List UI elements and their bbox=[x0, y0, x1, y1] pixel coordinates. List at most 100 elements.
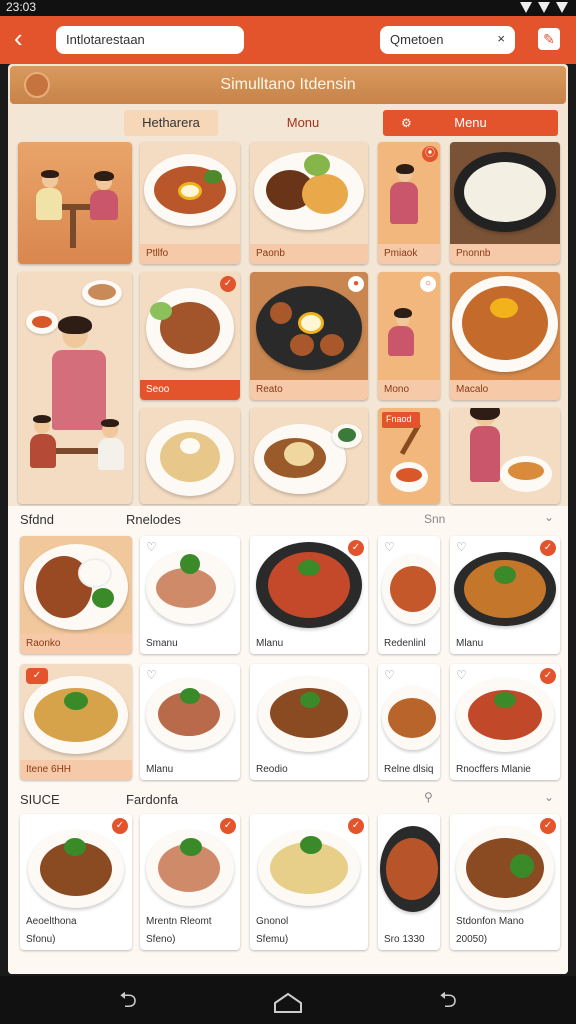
menu-item-card[interactable]: ○ Mono bbox=[378, 272, 440, 400]
item-label: Stdonfon Mano bbox=[456, 916, 524, 927]
menu-item-card[interactable]: Fnaod bbox=[378, 408, 440, 504]
tab-hetharera[interactable]: Hetharera bbox=[124, 110, 218, 136]
status-time: 23:03 bbox=[6, 0, 37, 14]
dining-scene-card[interactable] bbox=[18, 142, 132, 264]
status-badge: ✓ bbox=[112, 818, 128, 834]
item-label: Mlanu bbox=[456, 638, 484, 649]
heart-icon[interactable]: ♡ bbox=[146, 668, 160, 682]
menu-item-card[interactable]: ✓ Aeoelthona Sfonu) bbox=[20, 814, 132, 950]
item-label: Redenlinl bbox=[384, 638, 426, 649]
wifi-icon bbox=[538, 2, 550, 13]
status-icons bbox=[520, 2, 568, 13]
item-label: Aeoelthona bbox=[26, 916, 77, 927]
item-label: Macalo bbox=[450, 380, 560, 400]
item-label: Mlanu bbox=[146, 764, 174, 775]
signal-icon bbox=[520, 2, 532, 13]
menu-item-card[interactable]: ✓ Itene 6HH bbox=[20, 664, 132, 780]
status-badge: ✓ bbox=[540, 818, 556, 834]
menu-item-card[interactable]: Ptllfo bbox=[140, 142, 240, 264]
heart-icon[interactable]: ♡ bbox=[456, 668, 470, 682]
menu-item-card[interactable]: ● Reato bbox=[250, 272, 368, 400]
item-label: Gnonol bbox=[256, 916, 289, 927]
menu-item-card[interactable]: ♡ Relne dlsiq bbox=[378, 664, 440, 780]
tab-monu[interactable]: Monu bbox=[258, 110, 348, 136]
section-subtitle: Rnelodes bbox=[126, 512, 181, 527]
menu-item-card[interactable]: ♡ Mlanu bbox=[140, 664, 240, 780]
item-sublabel: Sfonu) bbox=[26, 934, 56, 945]
item-sublabel: 20050) bbox=[456, 934, 488, 945]
status-badge: ✓ bbox=[540, 668, 556, 684]
menu-item-card[interactable]: ✓ Stdonfon Mano 20050) bbox=[450, 814, 560, 950]
status-bar: 23:03 bbox=[0, 0, 576, 16]
search-icon[interactable]: ⚲ bbox=[424, 790, 433, 804]
clear-icon[interactable]: × bbox=[497, 31, 505, 46]
banner-title: Simulltano Itdensin bbox=[220, 76, 356, 93]
menu-item-card[interactable]: Raonko bbox=[20, 536, 132, 654]
back-icon[interactable]: ⮌ bbox=[110, 988, 146, 1012]
heart-icon[interactable]: ♡ bbox=[456, 540, 470, 554]
recent-apps-icon[interactable]: ⮌ bbox=[430, 988, 466, 1012]
menu-item-card[interactable]: ♡ ✓ Rnocffers Mlanie bbox=[450, 664, 560, 780]
menu-item-card[interactable] bbox=[140, 408, 240, 504]
item-sublabel: Sfemu) bbox=[256, 934, 289, 945]
tab-label: Hetharera bbox=[142, 115, 200, 130]
status-badge: ✓ bbox=[540, 540, 556, 556]
item-label: Paonb bbox=[250, 244, 368, 264]
item-label: Rnocffers Mlanie bbox=[456, 764, 531, 775]
heart-icon[interactable]: ♡ bbox=[384, 668, 398, 682]
menu-item-card[interactable]: Sro 1330 bbox=[378, 814, 440, 950]
menu-item-card[interactable]: Paonb bbox=[250, 142, 368, 264]
edit-icon[interactable]: ✎ bbox=[538, 28, 560, 50]
tab-label: Monu bbox=[286, 115, 320, 130]
family-dining-illustration bbox=[18, 142, 132, 264]
menu-item-card[interactable]: ✓ Gnonol Sfemu) bbox=[250, 814, 368, 950]
chevron-down-icon[interactable]: ⌄ bbox=[544, 790, 554, 804]
menu-item-card[interactable]: Pnonnb bbox=[450, 142, 560, 264]
item-label: Reato bbox=[250, 380, 368, 400]
url-text: Intlotarestaan bbox=[66, 32, 145, 47]
system-nav-bar: ⮌ ⮌ bbox=[0, 976, 576, 1024]
host-illustration-card bbox=[18, 272, 132, 504]
search-text: Qmetoen bbox=[390, 32, 444, 47]
menu-item-card[interactable]: ✓ Seoo bbox=[140, 272, 240, 400]
heart-icon[interactable]: ♡ bbox=[146, 540, 160, 554]
back-arrow-icon[interactable]: ‹ bbox=[14, 25, 40, 52]
item-label: Pmiaok bbox=[378, 244, 440, 264]
item-label: Relne dlsiq bbox=[384, 764, 434, 775]
status-badge: ● bbox=[348, 276, 364, 292]
url-field[interactable]: Intlotarestaan bbox=[56, 26, 244, 54]
item-label: Mono bbox=[378, 380, 440, 400]
menu-item-card[interactable]: ✓ Mrentn Rleomt Sfeno) bbox=[140, 814, 240, 950]
section-link[interactable]: Snn bbox=[424, 512, 445, 526]
menu-item-card[interactable]: ♡ Redenlinl bbox=[378, 536, 440, 654]
tab-menu[interactable]: ⚙ Menu bbox=[383, 110, 558, 136]
menu-item-card[interactable]: Reodio bbox=[250, 664, 368, 780]
menu-item-card[interactable]: ⦿ Pmiaok bbox=[378, 142, 440, 264]
chevron-down-icon[interactable]: ⌄ bbox=[544, 510, 554, 524]
menu-item-card[interactable] bbox=[250, 408, 368, 504]
item-label: Reodio bbox=[256, 764, 288, 775]
status-badge: ✓ bbox=[220, 818, 236, 834]
item-label: Itene 6HH bbox=[20, 760, 132, 780]
item-label: Raonko bbox=[20, 634, 132, 654]
section-subtitle: Fardonfa bbox=[126, 792, 179, 807]
item-label: Pnonnb bbox=[450, 244, 560, 264]
restaurant-banner: Simulltano Itdensin bbox=[10, 66, 566, 104]
status-badge: ✓ bbox=[348, 818, 364, 834]
menu-item-card[interactable]: ♡ Smanu bbox=[140, 536, 240, 654]
menu-item-card[interactable]: ✓ Mlanu bbox=[250, 536, 368, 654]
item-label: Mrentn Rleomt bbox=[146, 916, 212, 927]
menu-item-card[interactable]: Macalo bbox=[450, 272, 560, 400]
item-label: Mlanu bbox=[256, 638, 284, 649]
item-label: Sro 1330 bbox=[384, 934, 425, 945]
section-title: SIUCE bbox=[20, 792, 60, 807]
section-title: Sfdnd bbox=[20, 512, 54, 527]
item-label: Ptllfo bbox=[140, 244, 240, 264]
item-sublabel: Sfeno) bbox=[146, 934, 176, 945]
logo-icon bbox=[24, 72, 50, 98]
status-badge: ✓ bbox=[348, 540, 364, 556]
heart-icon[interactable]: ♡ bbox=[384, 540, 398, 554]
menu-item-card[interactable]: ♡ ✓ Mlanu bbox=[450, 536, 560, 654]
home-icon[interactable] bbox=[273, 992, 303, 1014]
search-input[interactable]: Qmetoen × bbox=[380, 26, 515, 54]
